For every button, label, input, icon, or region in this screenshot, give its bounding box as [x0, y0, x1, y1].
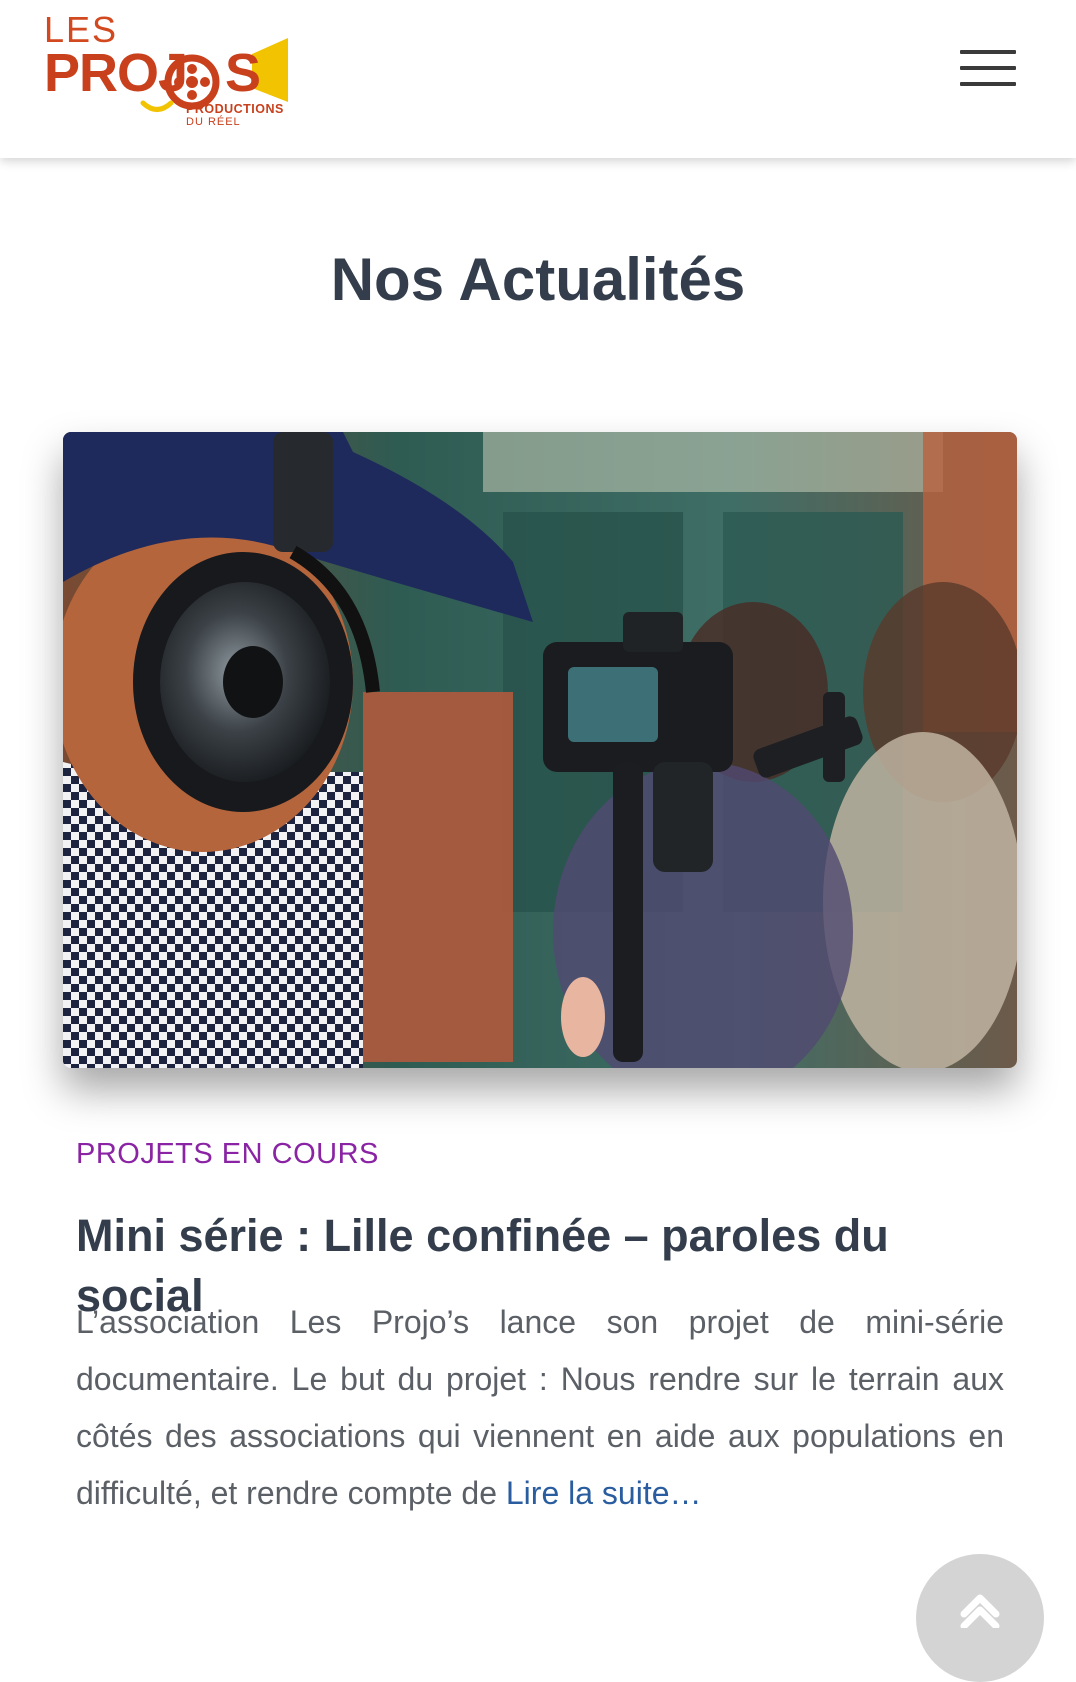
post-featured-image[interactable]	[63, 432, 1017, 1068]
logo-productions-text: PRODUCTIONS	[186, 102, 284, 116]
site-logo[interactable]: LES PROJ S PRODUCTIONS DU RÉEL	[44, 12, 294, 132]
post-excerpt: L’association Les Projo’s lance son proj…	[76, 1294, 1004, 1522]
page-title: Nos Actualités	[330, 246, 746, 313]
site-header: LES PROJ S PRODUCTIONS DU RÉEL	[0, 0, 1076, 158]
scroll-to-top-button[interactable]	[916, 1554, 1044, 1682]
logo-du-reel-text: DU RÉEL	[186, 116, 241, 128]
logo-smile-shape	[140, 100, 174, 112]
read-more-link[interactable]: Lire la suite…	[506, 1475, 702, 1511]
logo-s-letter: S	[225, 43, 262, 103]
hamburger-menu-icon[interactable]	[960, 48, 1018, 88]
chevron-up-icon	[960, 1594, 1000, 1628]
post-category-link[interactable]: PROJETS EN COURS	[76, 1134, 379, 1174]
